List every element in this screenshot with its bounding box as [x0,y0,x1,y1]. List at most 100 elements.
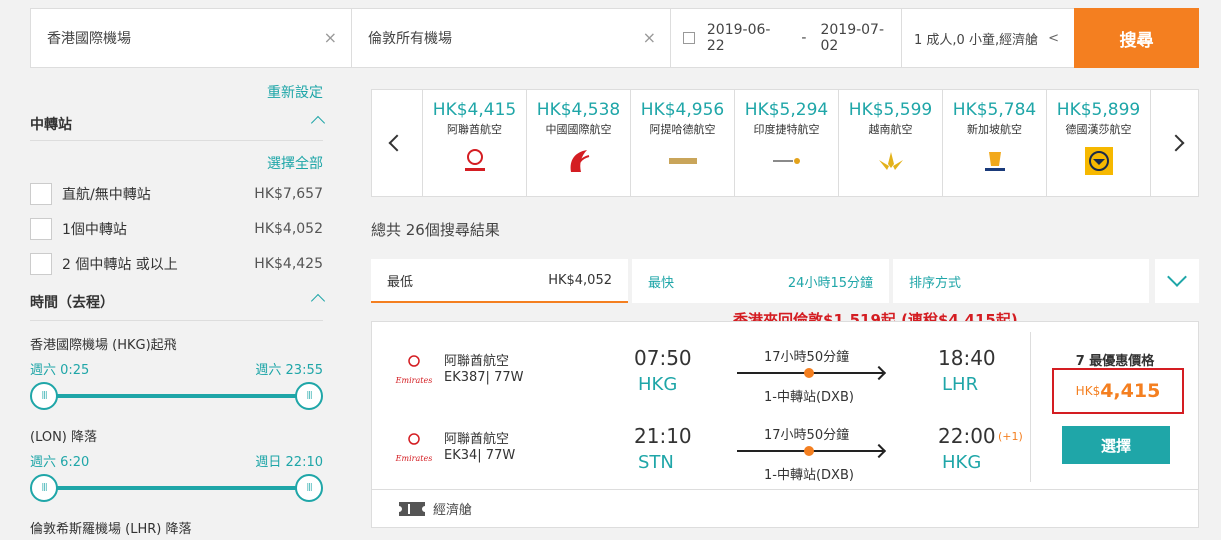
depart-airport-label: 香港國際機場 (HKG)起飛 [30,338,177,353]
checkbox[interactable] [30,183,52,205]
emirates-logo-icon: Emirates [394,432,434,466]
cabin-class: 經濟艙 [433,503,473,518]
checkbox[interactable] [30,253,52,275]
origin-value: 香港國際機場 [47,31,131,47]
results-total: 總共 26個搜尋結果 [371,221,500,239]
air-china-logo-icon [570,150,590,173]
airline-carousel: HK$4,415 阿聯酋航空 HK$4,538 中國國際航空 HK$4,956 … [371,89,1199,197]
day-offset: (+1) [998,430,1023,443]
passenger-field[interactable]: 1 成人,0 小童,經濟艙 < [901,8,1075,68]
stop-label: 直航/無中轉站 [62,187,151,203]
clear-destination-icon[interactable]: × [643,28,656,47]
airline-name: 阿聯酋航空 [444,354,510,369]
chevron-up-icon[interactable] [310,293,326,309]
price-amount: 4,415 [1100,380,1161,402]
origin-field[interactable]: 香港國際機場 × [30,8,352,68]
carousel-next-button[interactable] [1150,90,1200,196]
carousel-item-air-china[interactable]: HK$4,538 中國國際航空 [526,90,630,196]
emirates-logo-icon [465,149,485,171]
chevron-down-icon [1167,267,1187,287]
vietnam-airlines-logo-icon [879,152,903,170]
destination-field[interactable]: 倫敦所有機場 × [351,8,671,68]
select-all-link[interactable]: 選擇全部 [267,153,323,173]
arrival-time: 22:00 [938,424,996,448]
search-button[interactable]: 搜尋 [1074,8,1199,68]
third-airport-label: 倫敦希斯羅機場 (LHR) 降落 [30,522,192,537]
carousel-item-etihad[interactable]: HK$4,956 阿提哈德航空 [630,90,734,196]
airline-price: HK$4,415 [432,100,517,120]
airline-name: 阿提哈德航空 [649,123,716,136]
price-highlight: HK$ 4,415 [1052,368,1184,414]
stop-filter-one[interactable]: 1個中轉站 HK$4,052 [30,217,323,241]
departure-time: 21:10 [634,424,692,448]
stop-filter-two-plus[interactable]: 2 個中轉站 或以上 HK$4,425 [30,252,323,276]
singapore-airlines-logo-icon [985,152,1005,171]
depart-time-slider[interactable] [30,381,323,411]
checkbox[interactable] [30,218,52,240]
duration: 17小時50分鐘 [764,428,850,443]
stop-filter-direct[interactable]: 直航/無中轉站 HK$7,657 [30,182,323,206]
slider-handle-max[interactable] [295,474,323,502]
calendar-icon [683,32,695,44]
slider-handle-min[interactable] [30,474,58,502]
chevron-left-icon [388,134,406,152]
select-button[interactable]: 選擇 [1062,426,1170,464]
cabin-footer: 經濟艙 [371,490,1199,528]
stop-dot [804,446,814,456]
airline-name: 阿聯酋航空 [447,123,502,136]
carousel-item-singapore-airlines[interactable]: HK$5,784 新加坡航空 [942,90,1046,196]
reset-link[interactable]: 重新設定 [267,82,323,102]
sort-tab-cheapest[interactable]: 最低 HK$4,052 [371,259,628,303]
departure-time: 07:50 [634,346,692,370]
carousel-item-emirates[interactable]: HK$4,415 阿聯酋航空 [422,90,526,196]
date-field[interactable]: 2019-06-22 - 2019-07-02 [670,8,902,68]
sort-label: 排序方式 [909,275,962,291]
airline-price: HK$5,294 [744,100,829,120]
duration: 17小時50分鐘 [764,350,850,365]
clear-origin-icon[interactable]: × [324,28,337,47]
slider-track [44,394,309,398]
sort-tab-fastest[interactable]: 最快 24小時15分鐘 [632,259,889,303]
jet-airways-logo-icon [773,158,800,164]
airline-price: HK$5,599 [848,100,933,120]
destination-value: 倫敦所有機場 [368,31,452,47]
flight-leg-outbound: Emirates 阿聯酋航空 EK387| 77W 07:50 HKG 17小時… [372,340,1032,410]
result-card[interactable]: Emirates 阿聯酋航空 EK387| 77W 07:50 HKG 17小時… [371,321,1199,490]
stop-dot [804,368,814,378]
divider [30,140,323,141]
slider-handle-min[interactable] [30,382,58,410]
sort-dropdown-button[interactable] [1155,259,1199,303]
depart-time-from: 週六 0:25 [30,363,90,378]
arrive-time-slider[interactable] [30,473,323,503]
sort-tab-order[interactable]: 排序方式 [893,259,1149,303]
slider-track [44,486,309,490]
stops-title: 中轉站 [30,117,72,133]
airline-price: HK$4,538 [536,100,621,120]
airline-name: 印度捷特航空 [753,123,820,136]
airline-name: 阿聯酋航空 [444,432,510,447]
carousel-prev-button[interactable] [372,90,422,196]
stop-info: 1-中轉站(DXB) [764,468,854,483]
etihad-logo-icon [669,158,697,164]
sort-value: 24小時15分鐘 [787,275,873,291]
depart-date: 2019-06-22 [706,22,771,54]
arrival-code: LHR [942,374,979,395]
divider [30,320,323,321]
airline-name: 中國國際航空 [545,123,612,136]
flight-number: EK387| 77W [444,370,524,385]
search-bar: 香港國際機場 × 倫敦所有機場 × 2019-06-22 - 2019-07-0… [0,0,1221,78]
return-date: 2019-07-02 [820,22,885,54]
flight-leg-return: Emirates 阿聯酋航空 EK34| 77W 21:10 STN 17小時5… [372,418,1032,488]
airline-price: HK$5,784 [952,100,1037,120]
chevron-up-icon[interactable] [310,115,326,131]
date-separator: - [801,30,807,46]
carousel-item-vietnam-airlines[interactable]: HK$5,599 越南航空 [838,90,942,196]
arrival-time: 18:40 [938,346,996,370]
carousel-item-jet-airways[interactable]: HK$5,294 印度捷特航空 [734,90,838,196]
stop-info: 1-中轉站(DXB) [764,390,854,405]
departure-code: STN [638,452,674,473]
carousel-item-lufthansa[interactable]: HK$5,899 德國漢莎航空 [1046,90,1150,196]
airline-name: 越南航空 [868,123,913,136]
airline-name: 新加坡航空 [967,123,1022,136]
slider-handle-max[interactable] [295,382,323,410]
